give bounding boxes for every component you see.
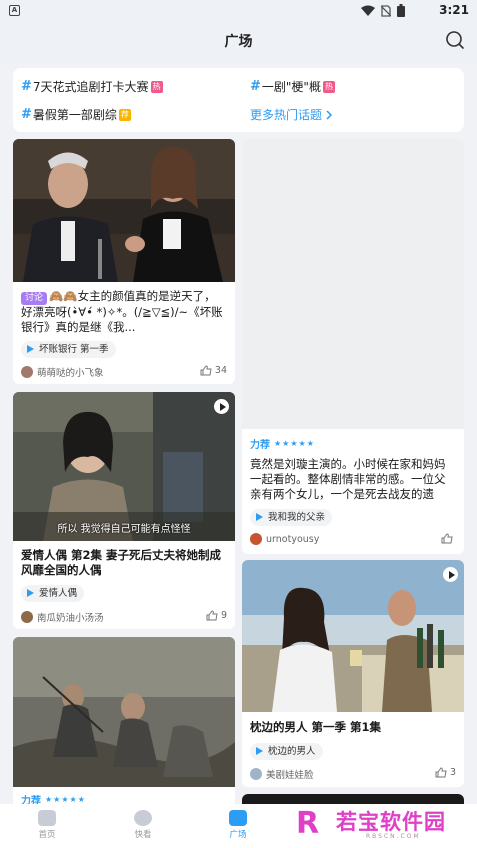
topic-item[interactable]: # 7天花式追剧打卡大赛 热 xyxy=(21,78,163,95)
play-icon xyxy=(27,589,34,597)
post-card[interactable]: 枕边的男人 第一季 第1集 枕边的男人 美剧娃娃脸 3 xyxy=(242,560,464,787)
avatar xyxy=(21,611,33,623)
post-content: 枕边的男人 第一季 第1集 xyxy=(250,720,382,734)
show-name: 枕边的男人 xyxy=(268,746,316,757)
discussion-badge: 讨论 xyxy=(21,292,48,305)
hot-badge: 热 xyxy=(150,80,163,93)
like-button[interactable] xyxy=(441,533,456,544)
page-title: 广场 xyxy=(224,34,253,50)
avatar xyxy=(21,366,33,378)
play-video-icon[interactable] xyxy=(443,567,458,582)
post-card[interactable]: 所以 我觉得自己可能有点怪怪 爱情人偶 第2集 妻子死后丈夫将她制成风靡全国的人… xyxy=(13,392,235,629)
post-image xyxy=(13,637,235,787)
post-video-thumbnail xyxy=(13,392,235,541)
author-name: 南瓜奶油小汤汤 xyxy=(37,613,104,624)
star-rating-icon: ★★★★★ xyxy=(45,795,86,804)
post-card[interactable]: 力荐 ★★★★★ 竟然是刘璇主演的。小时候在家和妈妈一起看的。整体剧情非常的感。一… xyxy=(242,139,464,554)
post-content: 🙈🙈女主的颜值真的是逆天了，好漂亮呀(•̀∀•́ *)✧*。(/≧▽≦)/~《坏… xyxy=(21,289,223,334)
post-image-placeholder xyxy=(242,139,464,429)
nav-home[interactable]: 首页 xyxy=(17,810,77,840)
post-content: 竟然是刘璇主演的。小时候在家和妈妈一起看的。整体剧情非常的感。一位父亲有两个女儿… xyxy=(250,457,446,503)
nav-label: 快看 xyxy=(134,830,152,840)
thumb-up-icon xyxy=(206,610,218,621)
play-icon xyxy=(256,747,263,755)
search-icon[interactable] xyxy=(445,30,465,50)
post-video-thumbnail xyxy=(242,560,464,712)
watermark-logo: R 若宝软件园 RBSCN.COM xyxy=(296,806,466,844)
status-icons xyxy=(361,4,405,17)
show-tag[interactable]: 坏账银行 第一季 xyxy=(21,341,116,358)
hot-topics-panel: # 7天花式追剧打卡大赛 热 # 一剧"梗"概 热 # 暑假第一部剧综 荐 更多… xyxy=(13,68,464,132)
page-header: 广场 xyxy=(0,22,477,62)
nav-quick-watch[interactable]: 快看 xyxy=(113,810,173,840)
star-rating-icon: ★★★★★ xyxy=(274,439,315,448)
nav-label: 首页 xyxy=(38,830,56,840)
topic-label: 暑假第一部剧综 xyxy=(32,108,117,122)
nav-label: 广场 xyxy=(229,830,247,840)
more-topics-label: 更多热门话题 xyxy=(250,108,323,122)
play-circle-icon xyxy=(134,810,152,826)
thumb-up-icon xyxy=(200,365,212,376)
watermark-letter: R xyxy=(296,806,320,841)
nav-square[interactable]: 广场 xyxy=(208,810,268,840)
like-count: 34 xyxy=(214,365,227,376)
play-video-icon[interactable] xyxy=(214,399,229,414)
author-name: 美剧娃娃脸 xyxy=(266,770,314,781)
video-subtitle: 所以 我觉得自己可能有点怪怪 xyxy=(57,524,191,535)
post-card[interactable]: 力荐 ★★★★★ xyxy=(13,637,235,812)
battery-icon xyxy=(397,4,405,17)
thumb-up-icon xyxy=(435,767,447,778)
like-button[interactable]: 34 xyxy=(200,365,227,376)
topic-item[interactable]: # 暑假第一部剧综 荐 xyxy=(21,106,131,123)
show-name: 爱情人偶 xyxy=(39,588,78,599)
rating-label: 力荐 xyxy=(250,440,270,451)
square-icon xyxy=(229,810,247,826)
topic-item[interactable]: # 一剧"梗"概 热 xyxy=(250,78,335,95)
hot-badge: 热 xyxy=(322,80,335,93)
status-bar: A 3:21 xyxy=(0,0,477,22)
thumb-up-icon xyxy=(441,533,453,544)
author[interactable]: 萌萌哒的小飞象 xyxy=(21,365,104,379)
status-time: 3:21 xyxy=(439,3,469,17)
recommend-badge: 荐 xyxy=(118,108,131,121)
post-card[interactable]: 讨论 🙈🙈女主的颜值真的是逆天了，好漂亮呀(•̀∀•́ *)✧*。(/≧▽≦)/~… xyxy=(13,139,235,384)
post-text: 讨论 🙈🙈女主的颜值真的是逆天了，好漂亮呀(•̀∀•́ *)✧*。(/≧▽≦)/~… xyxy=(21,289,227,335)
topic-label: 一剧"梗"概 xyxy=(261,80,321,94)
show-tag[interactable]: 我和我的父亲 xyxy=(250,509,333,526)
avatar xyxy=(250,533,262,545)
show-name: 坏账银行 第一季 xyxy=(39,344,109,355)
post-content: 爱情人偶 第2集 妻子死后丈夫将她制成风靡全国的人偶 xyxy=(21,548,222,577)
watermark-text: 若宝软件园 xyxy=(336,810,446,834)
avatar xyxy=(250,768,262,780)
author-name: 萌萌哒的小飞象 xyxy=(37,368,104,379)
like-button[interactable]: 3 xyxy=(435,767,456,778)
post-image xyxy=(13,139,235,282)
topic-label: 7天花式追剧打卡大赛 xyxy=(32,80,149,94)
wifi-icon xyxy=(361,5,375,16)
hashtag-icon: # xyxy=(21,107,32,122)
home-icon xyxy=(38,810,56,826)
chevron-right-icon xyxy=(326,109,333,120)
like-count: 9 xyxy=(220,610,227,621)
app-notification-icon: A xyxy=(9,5,20,16)
author[interactable]: urnotyousy xyxy=(250,533,319,545)
recommend-rating: 力荐 ★★★★★ xyxy=(250,436,315,451)
like-count: 3 xyxy=(449,767,456,778)
play-icon xyxy=(256,513,263,521)
author[interactable]: 南瓜奶油小汤汤 xyxy=(21,610,104,624)
like-button[interactable]: 9 xyxy=(206,610,227,621)
no-sim-icon xyxy=(381,4,391,17)
show-tag[interactable]: 枕边的男人 xyxy=(250,743,323,760)
hashtag-icon: # xyxy=(21,79,32,94)
watermark-url: RBSCN.COM xyxy=(366,833,421,840)
show-tag[interactable]: 爱情人偶 xyxy=(21,585,85,602)
author[interactable]: 美剧娃娃脸 xyxy=(250,767,314,781)
hashtag-icon: # xyxy=(250,79,261,94)
show-name: 我和我的父亲 xyxy=(268,512,326,523)
author-name: urnotyousy xyxy=(266,533,320,545)
more-topics-link[interactable]: 更多热门话题 xyxy=(250,106,333,123)
play-icon xyxy=(27,345,34,353)
